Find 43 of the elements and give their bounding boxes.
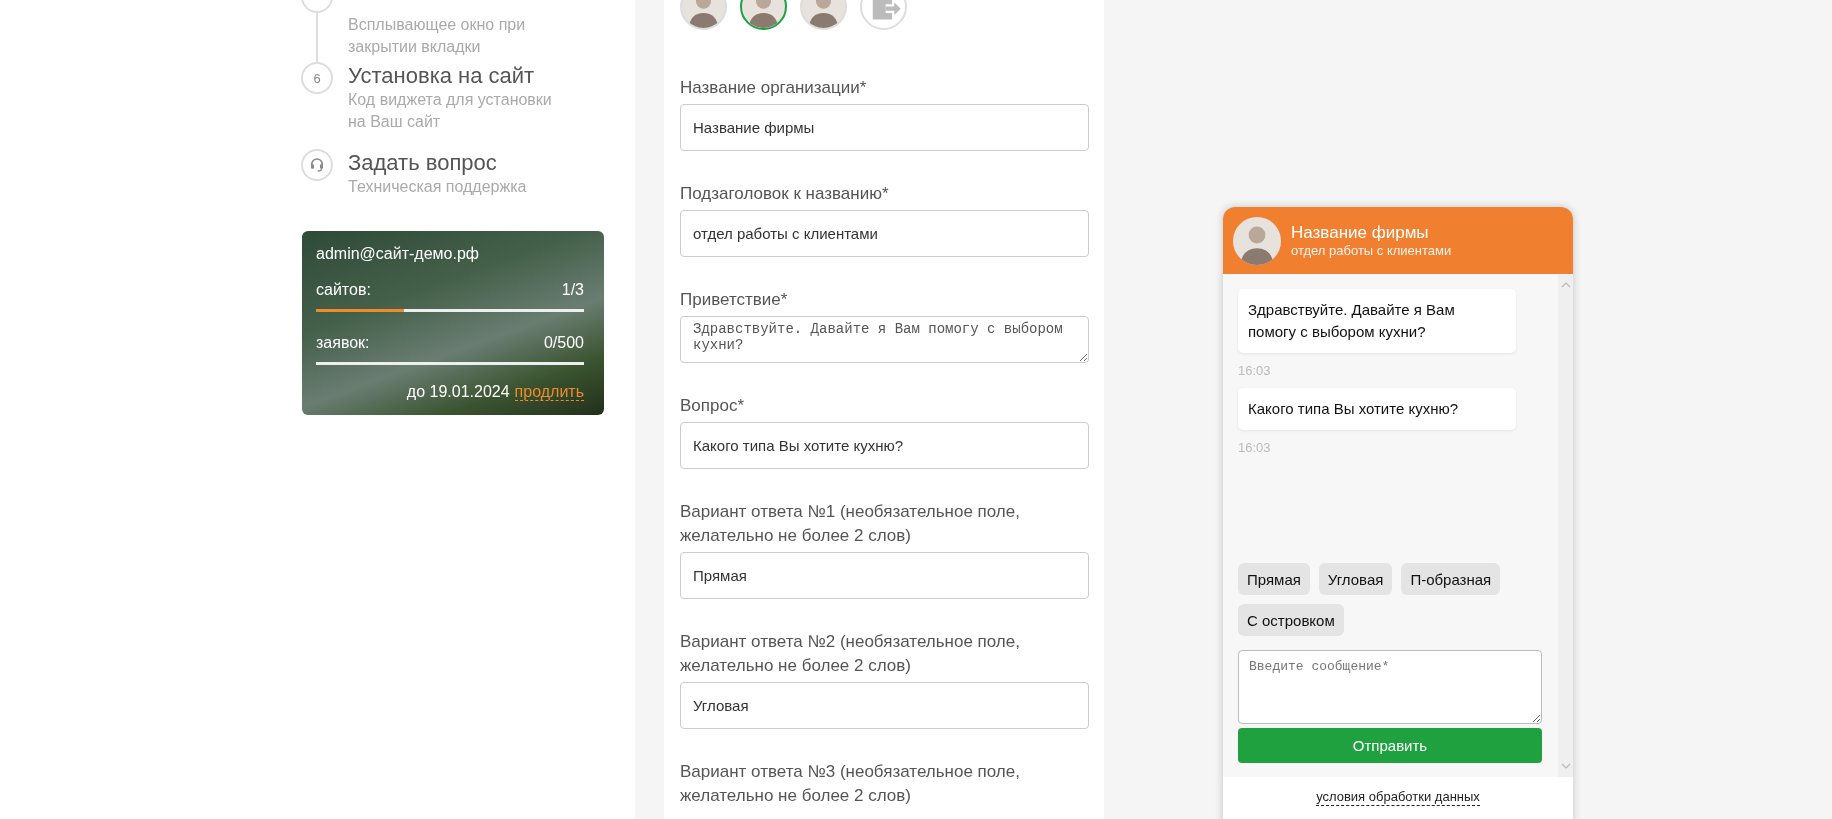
answer-option[interactable]: Прямая [1238,563,1310,595]
scroll-up-icon[interactable] [1560,282,1571,288]
expiry-date: до 19.01.2024 [406,383,510,400]
step-number: 6 [301,62,333,94]
text-field[interactable]: Какого типа Вы хотите кухню? [680,422,1089,469]
answer-option[interactable]: С островком [1238,604,1344,636]
field-label: Вопрос* [680,395,746,417]
step-title[interactable]: Задать вопрос [348,149,563,176]
text-field[interactable]: Прямая [680,552,1089,599]
avatar-photo [1233,216,1281,265]
field-label: Вариант ответа №1 (необязательное поле, желательно не более 2 слов) [680,501,1021,547]
answer-option[interactable]: Угловая [1318,563,1393,595]
stat-label: сайтов: [316,281,371,299]
text-field[interactable]: Название фирмы [680,104,1089,151]
stat-value: 0/500 [543,334,584,352]
text-field[interactable]: Угловая [680,682,1089,729]
headset-icon [301,149,333,181]
account-email: admin@сайт-демо.рф [316,245,480,263]
message-bubble: Какого типа Вы хотите кухню? [1238,388,1516,430]
step-subtitle: Код виджета для установки на Ваш сайт [348,90,553,132]
scrollbar[interactable] [1558,274,1573,777]
scroll-down-icon[interactable] [1560,763,1571,769]
step-subtitle: Техническая поддержка [348,177,528,197]
message-time: 16:03 [1238,363,1272,378]
step-title[interactable]: Установка на сайт [348,62,563,89]
text-field[interactable]: отдел работы с клиентами [680,210,1089,257]
field-label: Приветствие* [680,289,789,311]
stat-value: 1/3 [561,281,584,299]
renew-link[interactable]: продлить [514,383,584,401]
answer-option[interactable]: П-образная [1401,563,1501,595]
step-subtitle: Всплывающее окно при закрытии вкладки [348,15,527,57]
message-field[interactable]: Введите сообщение* [1238,650,1542,724]
field-label: Название организации* [680,77,868,99]
message-time: 16:03 [1238,440,1272,455]
field-label: Подзаголовок к названию* [680,183,890,205]
field-label: Вариант ответа №3 (необязательное поле, желательно не более 2 слов) [680,761,1021,807]
chat-subtitle: отдел работы с клиентами [1291,243,1452,258]
stat-label: заявок: [316,334,370,352]
privacy-link[interactable]: условия обработки данных [1316,789,1480,806]
chat-title: Название фирмы [1291,223,1430,243]
message-bubble: Здравствуйте. Давайте я Вам помогу с выбором кухни? [1238,289,1516,353]
field-label: Вариант ответа №2 (необязательное поле, желательно не более 2 слов) [680,631,1021,677]
text-area[interactable]: Здравствуйте. Давайте я Вам помогу с выбором кухни? [680,316,1089,363]
